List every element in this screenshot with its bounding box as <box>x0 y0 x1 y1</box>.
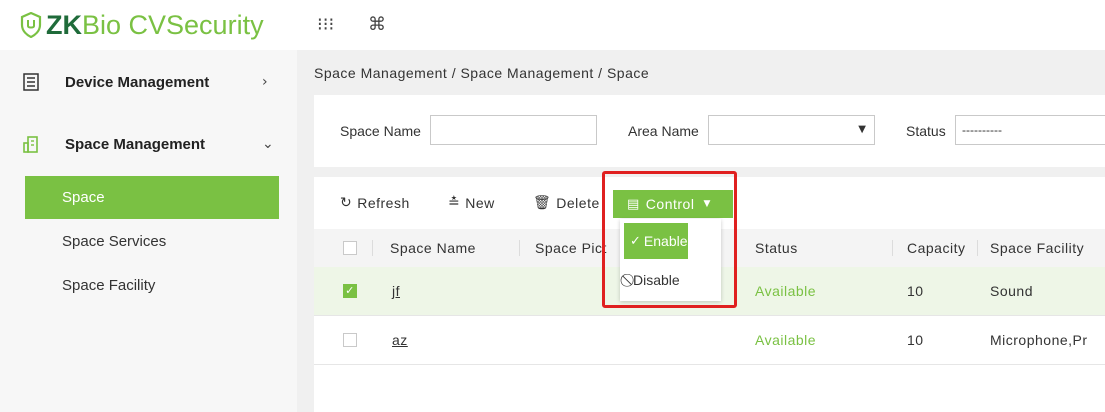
column-header-space-facility[interactable]: Space Facility <box>990 240 1084 256</box>
capacity-cell: 10 <box>907 332 924 348</box>
column-header-space-name[interactable]: Space Name <box>390 240 476 256</box>
row-checkbox[interactable] <box>343 333 357 347</box>
trash-icon: 🗑 <box>533 195 552 211</box>
filter-panel: Space Name Area Name ▼ Status ---------- <box>314 95 1105 167</box>
facility-cell: Sound <box>990 283 1033 299</box>
chevron-down-icon: ⌄ <box>262 136 274 152</box>
sidebar-item-space-facility[interactable]: Space Facility <box>25 264 279 307</box>
capacity-cell: 10 <box>907 283 924 299</box>
sidebar-group-space-management[interactable]: Space Management ⌄ <box>0 114 297 174</box>
grid-dots-icon[interactable]: ⁝⁝⁝ <box>317 14 334 35</box>
row-checkbox[interactable]: ✓ <box>343 284 357 298</box>
new-button[interactable]: ≛ New <box>448 195 495 211</box>
refresh-button[interactable]: ↻ Refresh <box>340 195 410 211</box>
select-all-checkbox[interactable] <box>343 241 357 255</box>
refresh-icon: ↻ <box>340 195 353 211</box>
chevron-right-icon: › <box>262 74 268 90</box>
space-name-link[interactable]: az <box>392 332 408 348</box>
delete-button[interactable]: 🗑 Delete <box>533 195 600 211</box>
sidebar-item-space[interactable]: Space <box>25 176 279 219</box>
column-header-space-picture[interactable]: Space Pict <box>535 240 607 256</box>
table-row[interactable]: az Available 10 Microphone,Pr <box>314 316 1105 364</box>
status-cell: Available <box>755 332 817 348</box>
space-name-input[interactable] <box>430 115 597 145</box>
sidebar-group-label: Device Management <box>65 73 210 91</box>
highlight-box <box>602 171 737 308</box>
facility-cell: Microphone,Pr <box>990 332 1088 348</box>
status-label: Status <box>906 123 946 139</box>
column-header-capacity[interactable]: Capacity <box>907 240 965 256</box>
device-icon <box>23 73 39 91</box>
command-icon[interactable]: ⌘ <box>368 14 386 35</box>
sidebar: Device Management › Space Management ⌄ S… <box>0 50 297 412</box>
app-logo[interactable]: ZKBio CVSecurity <box>20 6 264 44</box>
status-select[interactable]: ---------- <box>955 115 1105 145</box>
status-cell: Available <box>755 283 817 299</box>
space-name-link[interactable]: jf <box>392 283 400 299</box>
breadcrumb: Space Management / Space Management / Sp… <box>314 64 650 81</box>
sidebar-group-device-management[interactable]: Device Management › <box>0 52 297 112</box>
building-icon <box>23 136 38 153</box>
sidebar-group-label: Space Management <box>65 135 206 153</box>
shield-logo-icon <box>20 12 42 38</box>
space-name-label: Space Name <box>340 123 421 139</box>
area-name-select[interactable]: ▼ <box>708 115 875 145</box>
column-header-status[interactable]: Status <box>755 240 798 256</box>
dropdown-arrow-icon: ▼ <box>858 124 866 135</box>
logo-text: ZKBio CVSecurity <box>46 9 264 40</box>
area-name-label: Area Name <box>628 123 699 139</box>
top-bar: ZKBio CVSecurity ⁝⁝⁝ ⌘ <box>0 0 1105 50</box>
sidebar-item-space-services[interactable]: Space Services <box>25 220 279 263</box>
add-list-icon: ≛ <box>448 195 461 211</box>
